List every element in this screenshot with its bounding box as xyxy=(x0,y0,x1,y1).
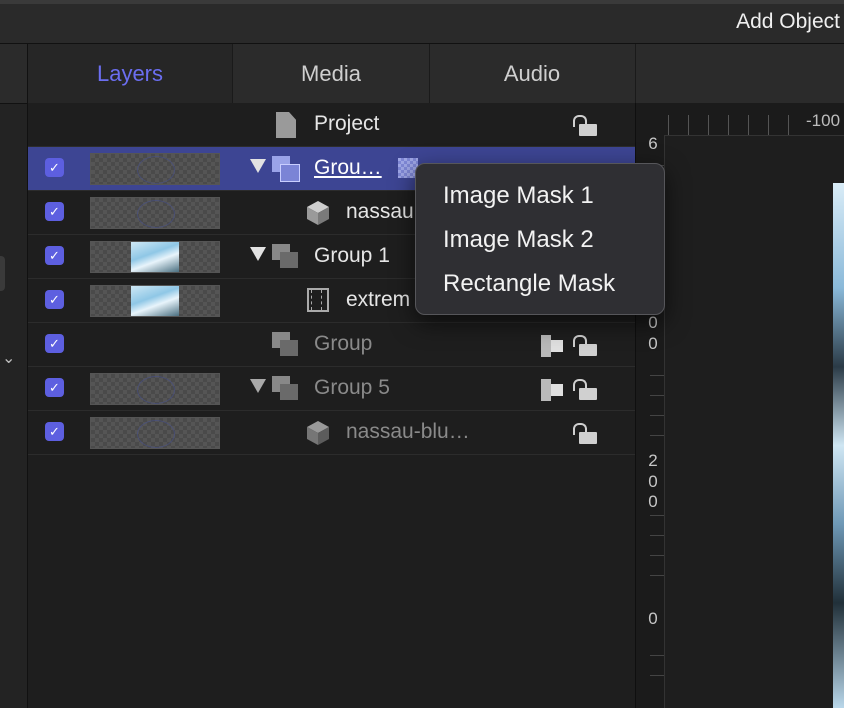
document-icon xyxy=(276,112,296,138)
disclosure-triangle-icon[interactable] xyxy=(250,247,266,261)
layer-checkbox[interactable]: ✓ xyxy=(45,378,64,397)
toolbar-edge xyxy=(0,0,844,4)
group-icon xyxy=(272,244,298,268)
ruler-top: -100 xyxy=(636,103,844,136)
lock-icon[interactable] xyxy=(573,115,599,137)
cube-icon xyxy=(307,201,329,225)
left-strip-header xyxy=(0,44,27,104)
panel-tabs: Layers Media Audio xyxy=(28,44,636,104)
layer-checkbox[interactable]: ✓ xyxy=(45,334,64,353)
layer-thumbnail xyxy=(90,417,220,449)
layer-checkbox[interactable]: ✓ xyxy=(45,290,64,309)
mask-context-menu: Image Mask 1 Image Mask 2 Rectangle Mask xyxy=(415,163,665,315)
group-icon xyxy=(272,376,298,400)
tab-media[interactable]: Media xyxy=(232,44,430,103)
layer-label: nassau-blu… xyxy=(346,420,470,443)
group-icon xyxy=(272,332,298,356)
lock-icon[interactable] xyxy=(573,423,599,445)
blend-mode-icon[interactable] xyxy=(541,335,565,357)
layer-thumbnail xyxy=(90,241,220,273)
layer-label: extrem xyxy=(346,288,411,311)
group-icon xyxy=(272,156,300,182)
layer-row-group[interactable]: ✓ Group xyxy=(28,323,635,367)
ruler-left-number: 0 xyxy=(648,313,658,332)
disclosure-triangle-icon[interactable] xyxy=(250,379,266,393)
layer-label: nassau xyxy=(346,200,414,223)
canvas-area[interactable] xyxy=(665,135,844,708)
add-object-button[interactable]: Add Object xyxy=(736,10,840,34)
layer-checkbox[interactable]: ✓ xyxy=(45,202,64,221)
layer-row-group-5[interactable]: ✓ Group 5 xyxy=(28,367,635,411)
tab-audio[interactable]: Audio xyxy=(429,44,636,103)
layer-thumbnail xyxy=(90,285,220,317)
layer-row-project[interactable]: Project xyxy=(28,103,635,147)
left-sidebar-strip: ⌄ xyxy=(0,44,28,708)
left-strip-handle[interactable] xyxy=(0,256,5,291)
layer-label: Group 5 xyxy=(314,376,390,399)
ruler-left-number: 0 xyxy=(648,334,658,353)
ruler-left-number: 6 xyxy=(648,134,658,153)
top-toolbar: Add Object xyxy=(0,0,844,44)
menu-item-image-mask-1[interactable]: Image Mask 1 xyxy=(443,182,594,210)
layer-label: Group xyxy=(314,332,373,355)
ruler-top-label: -100 xyxy=(806,111,841,130)
ruler-left-number: 0 xyxy=(648,472,658,491)
layer-checkbox[interactable]: ✓ xyxy=(45,422,64,441)
tab-layers[interactable]: Layers xyxy=(28,44,232,103)
ruler-left-number: 0 xyxy=(648,492,658,511)
layer-thumbnail xyxy=(90,197,220,229)
ruler-left-number: 0 xyxy=(648,609,658,628)
layer-thumbnail xyxy=(90,373,220,405)
disclosure-triangle-icon[interactable] xyxy=(250,159,266,173)
film-icon xyxy=(307,288,329,312)
layer-checkbox[interactable]: ✓ xyxy=(45,246,64,265)
layer-label[interactable]: Grou… xyxy=(314,156,382,180)
layer-thumbnail xyxy=(90,153,220,185)
canvas-header xyxy=(636,44,844,104)
layer-checkbox[interactable]: ✓ xyxy=(45,158,64,177)
cube-icon xyxy=(307,421,329,445)
chevron-down-icon[interactable]: ⌄ xyxy=(2,348,15,368)
layer-label: Group 1 xyxy=(314,244,390,267)
blend-mode-icon[interactable] xyxy=(541,379,565,401)
layer-label: Project xyxy=(314,112,380,135)
menu-item-rectangle-mask[interactable]: Rectangle Mask xyxy=(443,270,615,298)
ruler-left-number: 2 xyxy=(648,451,658,470)
canvas-image xyxy=(833,183,844,708)
lock-icon[interactable] xyxy=(573,335,599,357)
menu-item-image-mask-2[interactable]: Image Mask 2 xyxy=(443,226,594,254)
lock-icon[interactable] xyxy=(573,379,599,401)
layer-row-nassau-blu[interactable]: ✓ nassau-blu… xyxy=(28,411,635,455)
